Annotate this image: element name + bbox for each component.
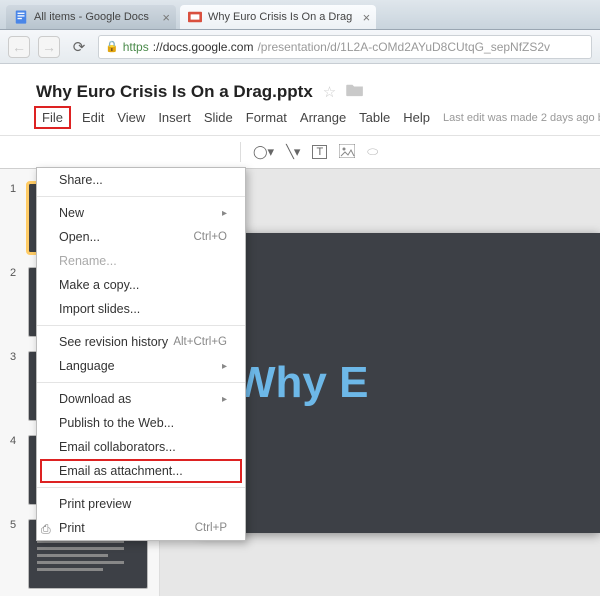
menu-separator <box>37 487 245 488</box>
menu-file[interactable]: File <box>34 106 71 129</box>
star-icon[interactable]: ☆ <box>323 83 336 101</box>
tab-label: Why Euro Crisis Is On a Drag <box>208 11 352 23</box>
menu-view[interactable]: View <box>117 110 145 125</box>
menu-open[interactable]: Open...Ctrl+O <box>37 225 245 249</box>
menu-download-as[interactable]: Download as▸ <box>37 387 245 411</box>
menu-separator <box>37 196 245 197</box>
browser-toolbar: ← → ⟳ 🔒 https ://docs.google.com/presenta… <box>0 30 600 64</box>
submenu-arrow-icon: ▸ <box>222 361 227 372</box>
reload-button[interactable]: ⟳ <box>68 36 90 58</box>
menu-revision-history[interactable]: See revision historyAlt+Ctrl+G <box>37 330 245 354</box>
folder-icon[interactable] <box>346 83 364 102</box>
toolbar-separator <box>240 142 241 162</box>
shortcut-text: Ctrl+P <box>195 522 227 534</box>
menu-share[interactable]: Share... <box>37 168 245 192</box>
document-title[interactable]: Why Euro Crisis Is On a Drag.pptx <box>36 82 313 102</box>
menu-publish-web[interactable]: Publish to the Web... <box>37 411 245 435</box>
menu-make-copy[interactable]: Make a copy... <box>37 273 245 297</box>
menu-help[interactable]: Help <box>403 110 430 125</box>
line-tool-icon[interactable]: ╲▾ <box>286 144 300 160</box>
file-menu-dropdown: Share... New▸ Open...Ctrl+O Rename... Ma… <box>36 167 246 541</box>
menu-arrange[interactable]: Arrange <box>300 110 346 125</box>
thumb-number: 2 <box>10 267 20 279</box>
thumb-number: 4 <box>10 435 20 447</box>
menu-slide[interactable]: Slide <box>204 110 233 125</box>
document-header: Why Euro Crisis Is On a Drag.pptx ☆ File… <box>0 64 600 135</box>
menu-separator <box>37 382 245 383</box>
thumb-number: 3 <box>10 351 20 363</box>
thumb-number: 5 <box>10 519 20 531</box>
menu-edit[interactable]: Edit <box>82 110 104 125</box>
print-icon <box>41 522 55 534</box>
slide-title-text[interactable]: Why E <box>234 358 368 408</box>
submenu-arrow-icon: ▸ <box>222 394 227 405</box>
tab-close-icon[interactable]: × <box>363 10 371 25</box>
lock-icon: 🔒 <box>105 40 119 53</box>
editor-toolbar: ◯▾ ╲▾ T ⬭ <box>0 135 600 169</box>
url-scheme: https <box>123 40 149 54</box>
text-box-icon[interactable]: T <box>312 145 327 159</box>
url-host: ://docs.google.com <box>153 40 254 54</box>
menu-email-attachment[interactable]: Email as attachment... <box>37 459 245 483</box>
browser-tab-active[interactable]: Why Euro Crisis Is On a Drag × <box>180 5 376 29</box>
menu-format[interactable]: Format <box>246 110 287 125</box>
address-bar[interactable]: 🔒 https ://docs.google.com/presentation/d… <box>98 35 592 59</box>
browser-tab[interactable]: All items - Google Docs × <box>6 5 176 29</box>
forward-button[interactable]: → <box>38 36 60 58</box>
menu-language[interactable]: Language▸ <box>37 354 245 378</box>
menu-new[interactable]: New▸ <box>37 201 245 225</box>
last-edit-text[interactable]: Last edit was made 2 days ago by r <box>443 112 600 124</box>
link-icon[interactable]: ⬭ <box>367 144 378 160</box>
submenu-arrow-icon: ▸ <box>222 208 227 219</box>
menu-print[interactable]: PrintCtrl+P <box>37 516 245 540</box>
menu-rename[interactable]: Rename... <box>37 249 245 273</box>
image-icon[interactable] <box>339 144 355 161</box>
menu-print-preview[interactable]: Print preview <box>37 492 245 516</box>
tab-label: All items - Google Docs <box>34 11 149 23</box>
thumb-number: 1 <box>10 183 20 195</box>
tab-close-icon[interactable]: × <box>162 10 170 25</box>
browser-tab-strip: All items - Google Docs × Why Euro Crisi… <box>0 0 600 30</box>
slides-favicon <box>188 10 202 24</box>
menu-bar: File Edit View Insert Slide Format Arran… <box>36 102 578 131</box>
menu-email-collaborators[interactable]: Email collaborators... <box>37 435 245 459</box>
menu-separator <box>37 325 245 326</box>
back-button[interactable]: ← <box>8 36 30 58</box>
current-slide[interactable]: Why E <box>200 233 600 533</box>
shortcut-text: Alt+Ctrl+G <box>173 336 227 348</box>
docs-favicon <box>14 10 28 24</box>
shape-picker-icon[interactable]: ◯▾ <box>253 144 274 160</box>
menu-table[interactable]: Table <box>359 110 390 125</box>
url-path: /presentation/d/1L2A-cOMd2AYuD8CUtqG_sep… <box>257 40 550 54</box>
menu-insert[interactable]: Insert <box>158 110 191 125</box>
menu-import-slides[interactable]: Import slides... <box>37 297 245 321</box>
shortcut-text: Ctrl+O <box>193 231 227 243</box>
